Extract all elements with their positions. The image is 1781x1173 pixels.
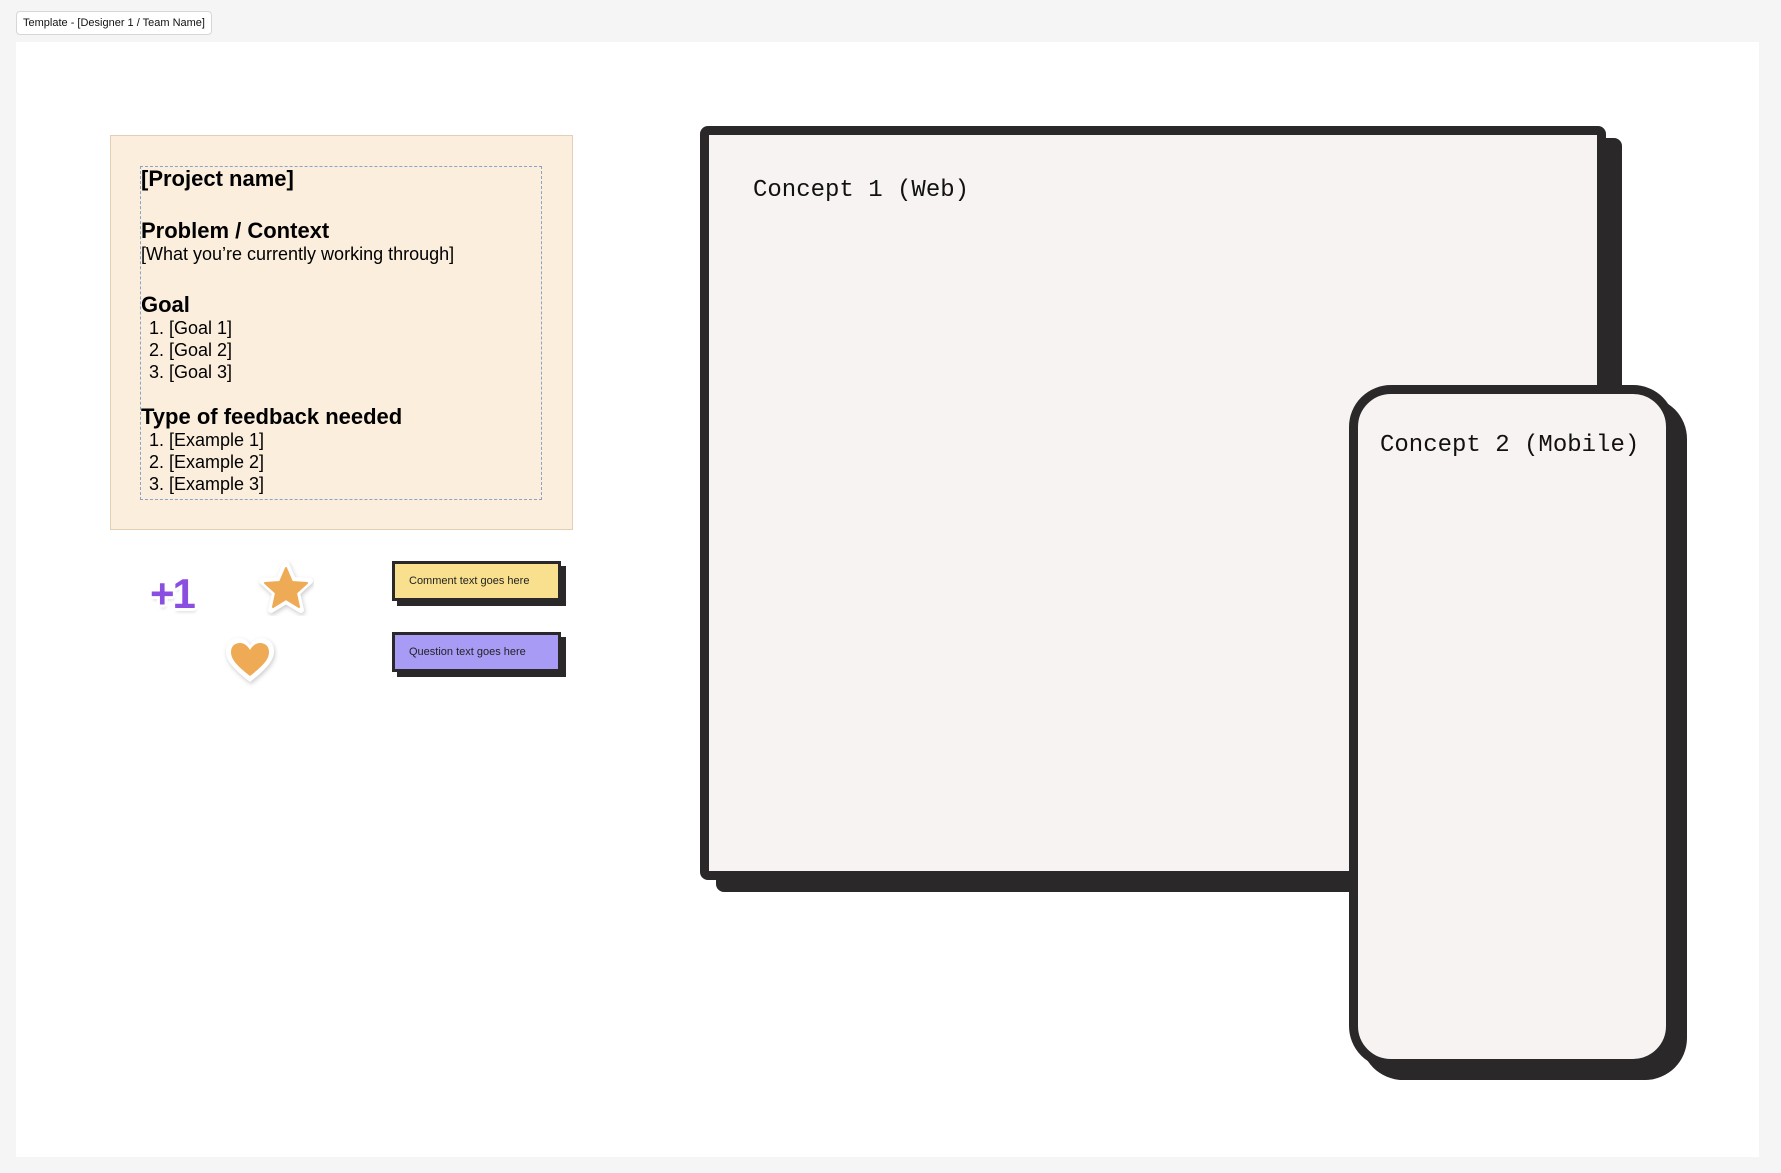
- list-item: [Example 3]: [169, 473, 541, 495]
- concept-web-label: Concept 1 (Web): [753, 177, 970, 204]
- problem-heading: Problem / Context: [141, 218, 330, 243]
- star-icon[interactable]: [258, 560, 314, 616]
- project-name-heading: [Project name]: [141, 166, 294, 191]
- project-brief-card[interactable]: [Project name] Problem / Context [What y…: [110, 135, 573, 530]
- list-item: [Goal 2]: [169, 339, 541, 361]
- concept-mobile-label: Concept 2 (Mobile): [1380, 432, 1640, 459]
- heart-icon[interactable]: [222, 632, 278, 688]
- list-item: [Goal 3]: [169, 361, 541, 383]
- goal-heading: Goal: [141, 292, 190, 317]
- comment-note-text: Comment text goes here: [409, 575, 530, 587]
- question-note-text: Question text goes here: [409, 646, 526, 658]
- list-item: [Example 1]: [169, 429, 541, 451]
- comment-note[interactable]: Comment text goes here: [392, 561, 561, 601]
- concept-mobile-frame[interactable]: Concept 2 (Mobile): [1349, 385, 1675, 1068]
- question-note[interactable]: Question text goes here: [392, 632, 561, 672]
- feedback-heading: Type of feedback needed: [141, 404, 403, 429]
- feedback-list: [Example 1] [Example 2] [Example 3]: [141, 429, 541, 495]
- frame-title-label[interactable]: Template - [Designer 1 / Team Name]: [16, 11, 212, 35]
- plus-one-sticker[interactable]: +1: [150, 570, 196, 618]
- list-item: [Example 2]: [169, 451, 541, 473]
- problem-text: [What you’re currently working through]: [141, 244, 455, 264]
- project-brief-text[interactable]: [Project name] Problem / Context [What y…: [140, 166, 542, 500]
- list-item: [Goal 1]: [169, 317, 541, 339]
- goal-list: [Goal 1] [Goal 2] [Goal 3]: [141, 317, 541, 383]
